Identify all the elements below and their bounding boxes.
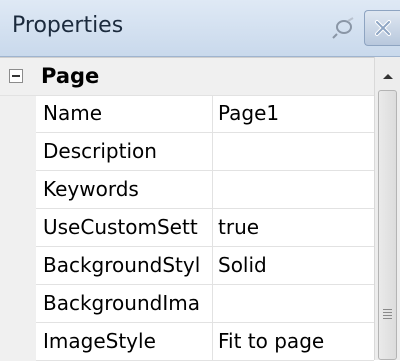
close-button[interactable] xyxy=(364,10,400,46)
property-name: BackgroundStyl xyxy=(36,247,213,284)
properties-panel: Properties Page Name Page1 Description K… xyxy=(0,0,400,361)
property-name: BackgroundIma xyxy=(36,285,213,322)
property-row-keywords[interactable]: Keywords xyxy=(36,171,374,209)
property-name: ImageStyle xyxy=(36,323,213,360)
property-name: UseCustomSett xyxy=(36,209,213,246)
property-value[interactable] xyxy=(214,285,374,322)
property-row-name[interactable]: Name Page1 xyxy=(36,95,374,133)
panel-titlebar: Properties xyxy=(0,0,400,57)
scroll-up-button[interactable] xyxy=(375,63,400,89)
vertical-scrollbar[interactable] xyxy=(374,57,400,360)
pin-icon xyxy=(332,17,354,39)
property-value[interactable]: Fit to page xyxy=(214,323,374,360)
property-value[interactable]: true xyxy=(214,209,374,246)
category-label: Page xyxy=(41,64,100,88)
property-name: Name xyxy=(36,95,213,132)
property-name: Description xyxy=(36,133,213,170)
category-row-page[interactable]: Page xyxy=(0,58,374,96)
property-value[interactable] xyxy=(214,171,374,208)
property-grid: Page Name Page1 Description Keywords Use… xyxy=(0,57,374,361)
property-row-backgroundimage[interactable]: BackgroundIma xyxy=(36,285,374,323)
pin-button[interactable] xyxy=(329,14,359,42)
property-row-description[interactable]: Description xyxy=(36,133,374,171)
panel-title: Properties xyxy=(12,13,124,38)
property-value[interactable]: Solid xyxy=(214,247,374,284)
property-row-usecustomsettings[interactable]: UseCustomSett true xyxy=(36,209,374,247)
grip-icon xyxy=(383,309,392,319)
scroll-thumb[interactable] xyxy=(378,90,397,360)
grid-gutter xyxy=(0,58,36,361)
property-value[interactable]: Page1 xyxy=(214,95,374,132)
property-row-imagestyle[interactable]: ImageStyle Fit to page xyxy=(36,323,374,361)
chevron-up-icon xyxy=(382,74,393,79)
property-value[interactable] xyxy=(214,133,374,170)
property-row-backgroundstyle[interactable]: BackgroundStyl Solid xyxy=(36,247,374,285)
close-icon xyxy=(375,20,391,36)
collapse-icon[interactable] xyxy=(9,69,23,83)
property-name: Keywords xyxy=(36,171,213,208)
